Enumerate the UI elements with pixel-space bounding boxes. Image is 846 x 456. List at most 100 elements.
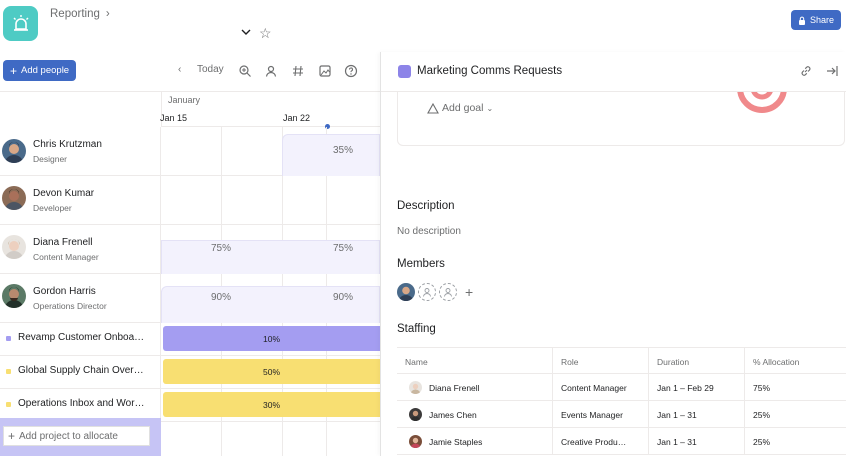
- table-row[interactable]: Diana Frenell Content Manager Jan 1 – Fe…: [397, 374, 846, 401]
- empty-member-icon[interactable]: [418, 283, 436, 301]
- add-member-button[interactable]: +: [465, 284, 473, 300]
- lock-icon: [798, 16, 805, 25]
- person-row[interactable]: Diana Frenell Content Manager 75% 75%: [0, 225, 380, 274]
- person-cell: Gordon Harris Operations Director: [0, 274, 161, 322]
- column-header[interactable]: Role: [552, 348, 648, 375]
- person-role: Operations Director: [33, 301, 107, 311]
- chevron-down-icon: ⌄: [486, 103, 494, 113]
- project-cell: Global Supply Chain Over…: [0, 356, 161, 388]
- allocation-bar[interactable]: [282, 134, 380, 176]
- project-color-dot: [6, 336, 11, 341]
- add-goal-button[interactable]: Add goal ⌄: [427, 102, 493, 114]
- avatar: [2, 139, 26, 163]
- description-text[interactable]: No description: [397, 226, 461, 237]
- week-label: Jan 22: [283, 113, 311, 123]
- add-people-label: Add people: [21, 65, 70, 76]
- plus-icon: +: [8, 429, 16, 443]
- project-allocation-bar[interactable]: 50%: [163, 359, 380, 384]
- share-button[interactable]: Share: [790, 10, 841, 30]
- name-cell: James Chen: [397, 401, 552, 428]
- column-header[interactable]: % Allocation: [744, 348, 846, 375]
- person-row[interactable]: Devon Kumar Developer: [0, 176, 380, 225]
- person-name: Gordon Harris: [33, 286, 96, 297]
- person-icon[interactable]: [264, 64, 278, 78]
- target-icon: [737, 92, 787, 113]
- role-cell: Events Manager: [552, 401, 648, 428]
- avatar: [2, 186, 26, 210]
- allocation-label: 90%: [333, 292, 354, 303]
- staff-name: Diana Frenell: [429, 382, 480, 393]
- avatar: [409, 381, 422, 394]
- close-panel-icon[interactable]: [825, 64, 839, 78]
- panel-header: Marketing Comms Requests: [381, 52, 846, 92]
- panel-title[interactable]: Marketing Comms Requests: [417, 65, 562, 77]
- allocation-cell[interactable]: 75%: [744, 374, 846, 401]
- allocation-cell[interactable]: 25%: [744, 401, 846, 428]
- project-allocation-label: 50%: [262, 366, 280, 377]
- help-icon[interactable]: [344, 64, 358, 78]
- today-button[interactable]: Today: [197, 64, 224, 75]
- project-row[interactable]: Global Supply Chain Over… 50%: [0, 356, 380, 389]
- project-name[interactable]: Revamp Customer Onboa…: [18, 332, 144, 343]
- zoom-icon[interactable]: [238, 64, 252, 78]
- project-allocation-bar[interactable]: 10%: [163, 326, 380, 351]
- project-cell: Operations Inbox and Wor…: [0, 389, 161, 421]
- project-allocation-bar[interactable]: 30%: [163, 392, 380, 417]
- person-name: Diana Frenell: [33, 237, 93, 248]
- triangle-icon: [427, 102, 439, 114]
- image-icon[interactable]: [318, 64, 332, 78]
- project-color-dot: [6, 369, 11, 374]
- role-cell: Creative Produ…: [552, 428, 648, 455]
- add-people-button[interactable]: + Add people: [3, 60, 77, 81]
- link-icon[interactable]: [799, 64, 813, 78]
- column-header[interactable]: Duration: [648, 348, 744, 375]
- allocation-cell[interactable]: 25%: [744, 428, 846, 455]
- project-name[interactable]: Global Supply Chain Over…: [18, 365, 144, 376]
- empty-member-icon[interactable]: [439, 283, 457, 301]
- description-heading: Description: [397, 200, 455, 212]
- workload-view: + Add people ‹ Today January Jan 15 Jan …: [0, 52, 380, 456]
- role-cell: Content Manager: [552, 374, 648, 401]
- table-row[interactable]: Jamie Staples Creative Produ… Jan 1 – 31…: [397, 428, 846, 455]
- project-color-dot: [6, 402, 11, 407]
- allocation-label: 90%: [211, 292, 232, 303]
- staffing-heading: Staffing: [397, 323, 436, 335]
- alarm-icon[interactable]: [3, 6, 38, 41]
- hash-icon[interactable]: [291, 64, 305, 78]
- staff-name: Jamie Staples: [429, 436, 483, 447]
- timeline-header: January Jan 15 Jan 22: [160, 92, 380, 129]
- staff-name: James Chen: [429, 409, 477, 420]
- avatar: [409, 408, 422, 421]
- person-role: Designer: [33, 154, 68, 164]
- goal-card: Add goal ⌄: [397, 92, 845, 146]
- add-project-placeholder: Add project to allocate: [19, 430, 118, 442]
- person-row[interactable]: Chris Krutzman Designer 35%: [0, 127, 380, 176]
- person-cell: Chris Krutzman Designer: [0, 127, 161, 175]
- name-cell: Jamie Staples: [397, 428, 552, 455]
- star-icon[interactable]: ☆: [259, 25, 272, 42]
- chevron-down-icon[interactable]: [240, 26, 252, 38]
- duration-cell[interactable]: Jan 1 – 31: [648, 401, 744, 428]
- duration-cell[interactable]: Jan 1 – 31: [648, 428, 744, 455]
- project-cell: Revamp Customer Onboa…: [0, 323, 161, 355]
- project-allocation-label: 10%: [262, 333, 280, 344]
- name-cell: Diana Frenell: [397, 374, 552, 401]
- person-row[interactable]: Gordon Harris Operations Director 90% 90…: [0, 274, 380, 323]
- allocation-label: 75%: [211, 243, 232, 254]
- project-row[interactable]: Revamp Customer Onboa… 10%: [0, 323, 380, 356]
- table-row[interactable]: James Chen Events Manager Jan 1 – 31 25%: [397, 401, 846, 428]
- member-avatar[interactable]: [397, 283, 415, 301]
- project-icon: [398, 65, 411, 78]
- project-detail-panel: Marketing Comms Requests Add goal ⌄ Desc…: [380, 52, 846, 456]
- week-label: Jan 15: [160, 113, 188, 123]
- add-project-input[interactable]: + Add project to allocate: [3, 426, 150, 446]
- breadcrumb-reporting[interactable]: Reporting: [50, 8, 100, 20]
- duration-cell[interactable]: Jan 1 – Feb 29: [648, 374, 744, 401]
- add-project-row: + Add project to allocate: [0, 418, 161, 456]
- column-header[interactable]: Name: [397, 348, 552, 375]
- project-name[interactable]: Operations Inbox and Wor…: [18, 398, 145, 409]
- person-cell: Diana Frenell Content Manager: [0, 225, 161, 273]
- arrow-left-icon[interactable]: ‹: [178, 64, 181, 75]
- breadcrumb[interactable]: Reporting ›: [50, 8, 110, 20]
- person-cell: Devon Kumar Developer: [0, 176, 161, 224]
